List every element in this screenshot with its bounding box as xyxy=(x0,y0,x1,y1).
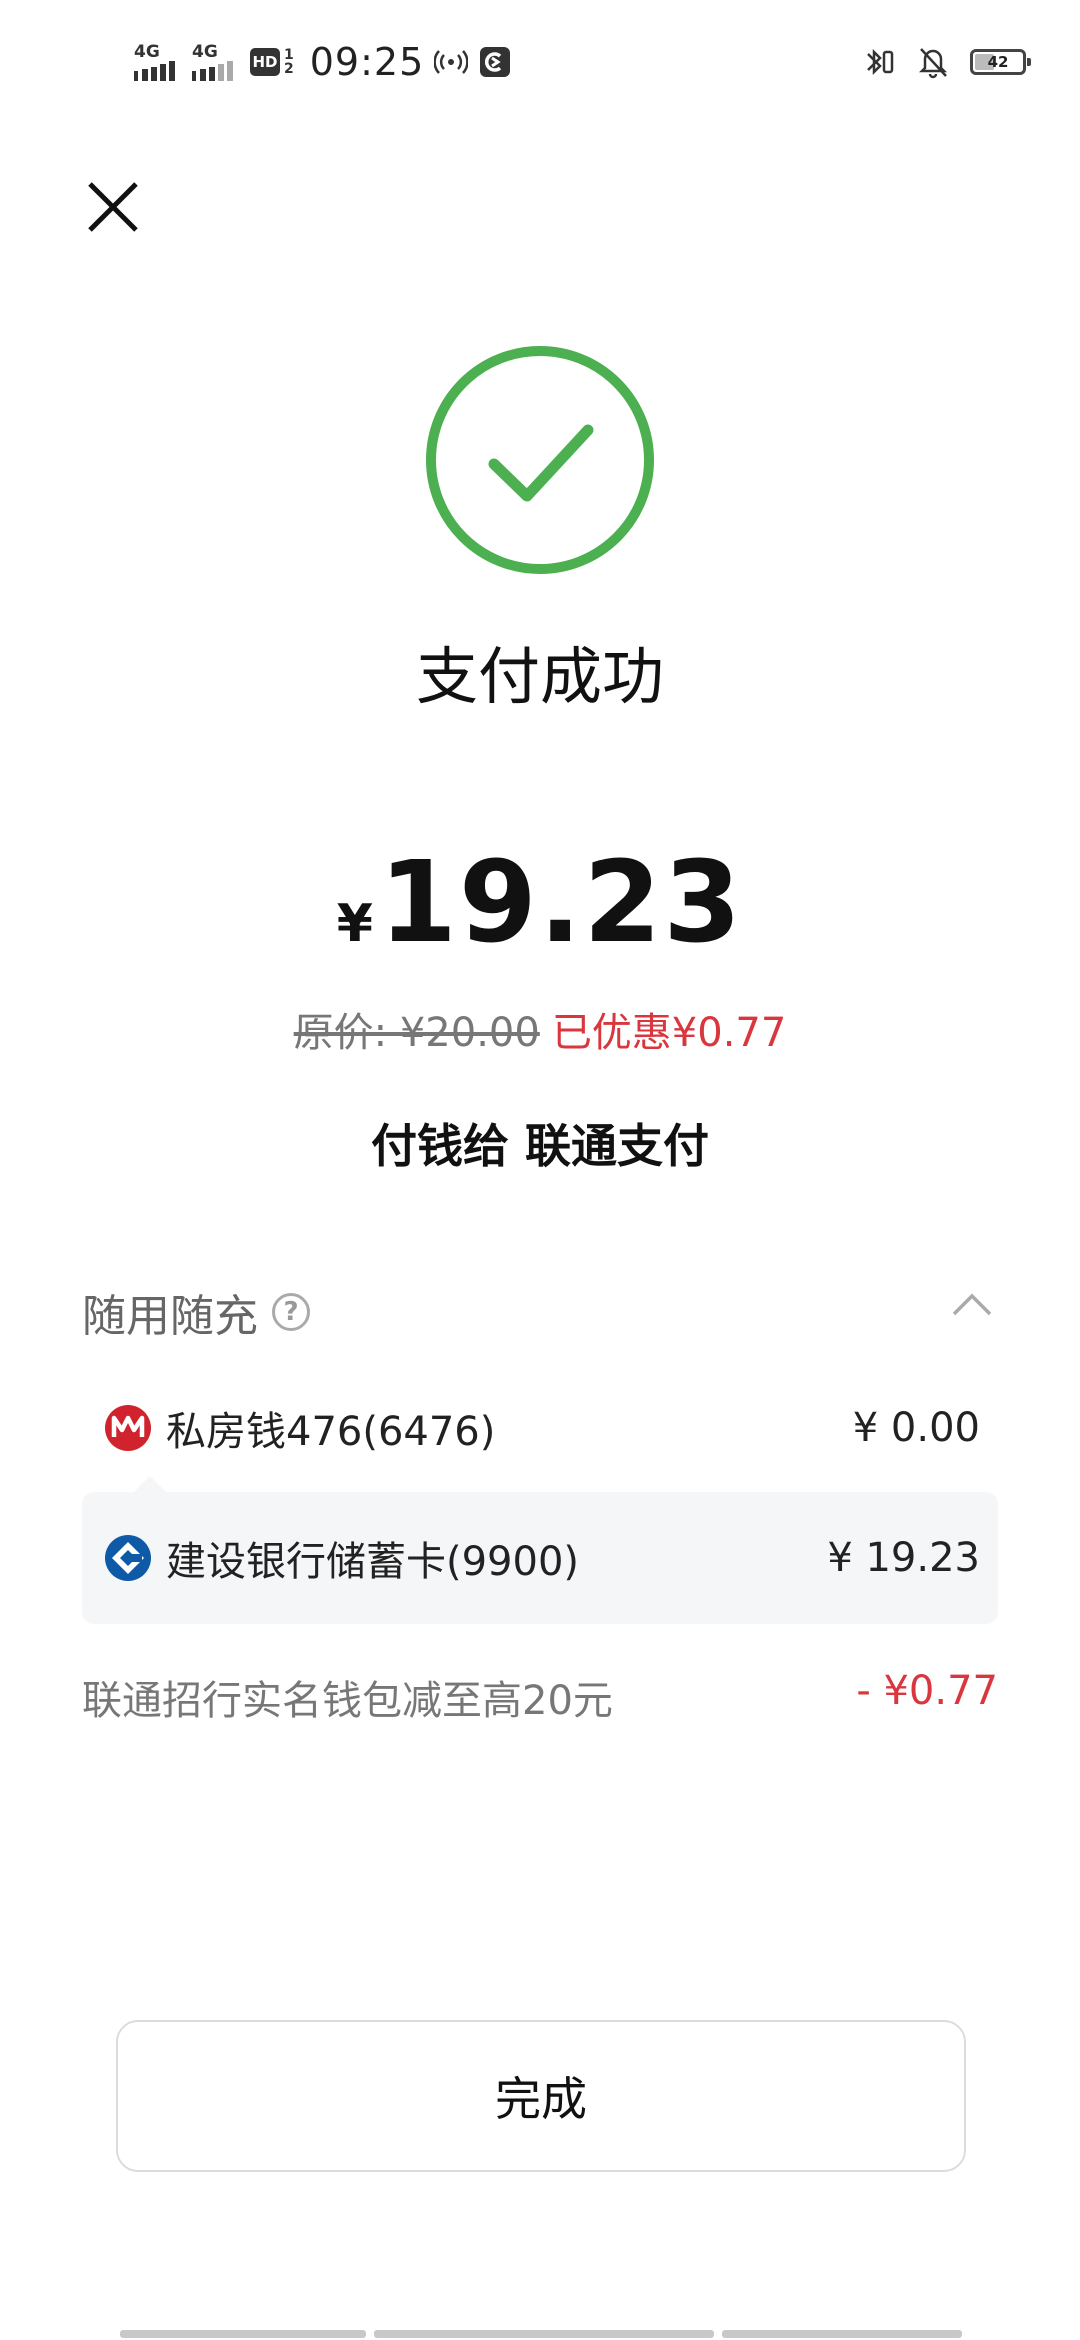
hd-fraction-bottom: 2 xyxy=(284,61,294,77)
signal-bars-icon xyxy=(192,60,233,81)
promotion-row: 联通招行实名钱包减至高20元 - ¥0.77 xyxy=(82,1668,998,1726)
payment-status-title: 支付成功 xyxy=(415,640,664,713)
nav-recent-bar[interactable] xyxy=(722,2330,962,2338)
amount-value: 19.23 xyxy=(378,838,744,968)
payee-line: 付钱给 联通支付 xyxy=(370,1119,709,1173)
payment-method-label: 随用随充 xyxy=(82,1291,258,1342)
network-type-label: 4G xyxy=(134,41,160,62)
system-nav-bar xyxy=(120,2330,962,2338)
nav-back-bar[interactable] xyxy=(120,2330,366,2338)
signal-4g-1: 4G xyxy=(134,41,182,81)
collapse-button[interactable] xyxy=(950,1290,994,1320)
signal-4g-2: 4G xyxy=(192,41,240,81)
status-time: 09:25 xyxy=(309,40,425,84)
help-icon[interactable]: ? xyxy=(272,1293,310,1331)
bluetooth-vibrate-icon xyxy=(867,48,894,76)
discount-amount: 已优惠¥0.77 xyxy=(551,1010,787,1056)
payment-row-name: 私房钱476(6476) xyxy=(166,1409,496,1455)
paid-amount: ¥19.23 xyxy=(0,838,1080,968)
payment-row-name: 建设银行储蓄卡(9900) xyxy=(166,1539,580,1585)
payment-row-amount: ¥ 19.23 xyxy=(827,1535,980,1581)
battery-level: 42 xyxy=(987,53,1009,71)
payment-row-amount: ¥ 0.00 xyxy=(852,1405,980,1451)
close-button[interactable] xyxy=(78,172,148,242)
hd-voice-icon: HD xyxy=(250,48,280,76)
signal-bars-icon xyxy=(134,60,175,81)
promotion-label: 联通招行实名钱包减至高20元 xyxy=(82,1678,613,1724)
payment-row-cmb: 私房钱476(6476) ¥ 0.00 xyxy=(82,1362,998,1494)
battery-icon: 42 xyxy=(970,49,1031,75)
ccb-bank-icon xyxy=(105,1535,151,1581)
network-type-label: 4G xyxy=(192,41,218,62)
done-button[interactable]: 完成 xyxy=(116,2020,966,2172)
payment-method-header: 随用随充 ? xyxy=(82,1280,310,1344)
close-icon xyxy=(88,182,138,232)
status-bar: 4G 4G HD 1 2 09:25 42 xyxy=(0,0,1080,120)
hd-fraction-top: 1 xyxy=(284,47,294,63)
promotion-amount: - ¥0.77 xyxy=(856,1668,998,1714)
chevron-up-icon xyxy=(952,1293,992,1316)
nav-home-bar[interactable] xyxy=(374,2330,714,2338)
mute-bell-icon xyxy=(918,48,948,79)
hd-fraction: 1 2 xyxy=(284,48,294,76)
currency-symbol: ¥ xyxy=(336,894,373,954)
cmb-bank-icon xyxy=(105,1405,151,1451)
hotspot-icon xyxy=(434,50,469,74)
price-detail: 原价: ¥20.00 已优惠¥0.77 xyxy=(0,1000,1080,1058)
success-check-icon xyxy=(426,346,654,574)
app-notification-icon xyxy=(480,47,511,77)
original-price: 原价: ¥20.00 xyxy=(293,1010,540,1056)
payment-row-ccb: 建设银行储蓄卡(9900) ¥ 19.23 xyxy=(82,1492,998,1624)
